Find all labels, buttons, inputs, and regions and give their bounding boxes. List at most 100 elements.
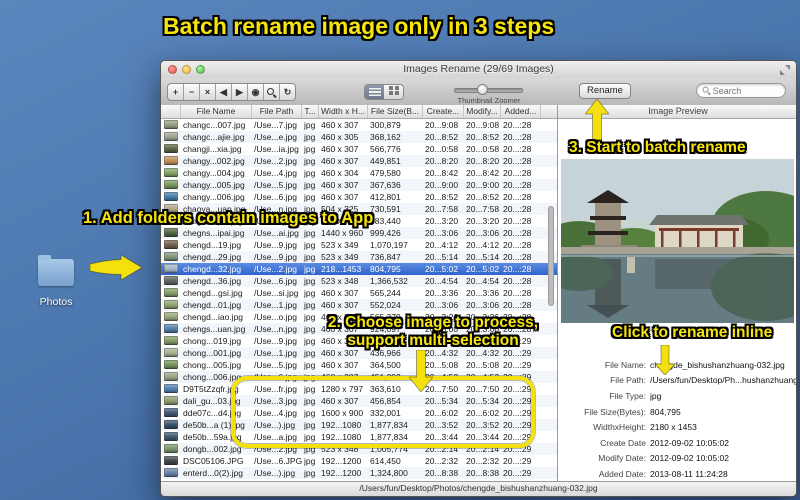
file-info-value: 804,795 — [650, 406, 681, 417]
table-row[interactable]: DSC05106.JPG/Use...6.JPG jpg 192...1200 614… — [161, 455, 557, 467]
file-info-value: /Users/fun/Desktop/Ph...hushanzhuang-032… — [650, 375, 796, 386]
arrow-down-icon — [409, 350, 433, 392]
table-row[interactable]: changy...004.jpg/Use...4.jpg jpg 460 x 304… — [161, 167, 557, 179]
headline-annotation: Batch rename image only in 3 steps — [163, 13, 555, 39]
list-icon — [368, 88, 381, 96]
thumbnail-image — [164, 192, 178, 201]
rename-button[interactable]: Rename — [579, 83, 631, 99]
add-button[interactable]: + — [168, 84, 184, 100]
thumbnail-image — [164, 132, 178, 141]
table-row[interactable]: changy...005.jpg/Use...5.jpg jpg 460 x 307… — [161, 179, 557, 191]
previous-button[interactable]: ◀ — [216, 84, 232, 100]
arrow-right-icon — [90, 255, 142, 281]
column-header-dimensions[interactable]: Width x H... — [319, 105, 368, 118]
slider-knob[interactable] — [477, 84, 488, 95]
column-header-file-name[interactable]: File Name — [181, 105, 252, 118]
list-view-button[interactable] — [365, 85, 384, 99]
file-info-row: Create Date 2012-09-02 10:05:02 — [560, 435, 796, 451]
file-info-value: 2012-09-02 10:05:02 — [650, 437, 729, 448]
window-title: Images Rename (29/69 Images) — [403, 63, 554, 75]
file-info-label: Modify Date: — [598, 453, 646, 464]
file-info-label: File Type: — [609, 390, 646, 401]
file-info-label: WidthxHeight: — [593, 422, 646, 433]
magnifier-icon — [267, 87, 276, 97]
thumbnail-image — [164, 120, 178, 129]
view-mode-segmented-control — [364, 84, 404, 100]
thumbnail-image — [164, 384, 178, 393]
title-bar[interactable]: Images Rename (29/69 Images) — [161, 61, 796, 79]
table-row[interactable]: chong...005.jpg/Use...5.jpg jpg 460 x 307 3… — [161, 359, 557, 371]
toolbar-button-group: + − × ◀ ▶ ◉ ↻ — [167, 83, 296, 101]
thumbnail-image — [164, 168, 178, 177]
preview-photo — [561, 159, 794, 323]
photos-folder-icon[interactable] — [38, 255, 74, 286]
thumbnail-image — [164, 252, 178, 261]
grid-view-button[interactable] — [384, 85, 403, 99]
table-row[interactable]: changji...xia.jpg/Use...ia.jpg jpg 460 x 3… — [161, 143, 557, 155]
next-button[interactable]: ▶ — [232, 84, 248, 100]
table-row[interactable]: chengd...gsi.jpg/Use...si.jpg jpg 460 x 30… — [161, 287, 557, 299]
quicklook-button[interactable]: ◉ — [248, 84, 264, 100]
thumbnail-image — [164, 432, 178, 441]
thumbnail-image — [164, 348, 178, 357]
file-info-row: File Type: jpg — [560, 388, 796, 404]
file-info-row: File Size(Bytes): 804,795 — [560, 404, 796, 420]
column-header-file-path[interactable]: File Path — [252, 105, 302, 118]
arrow-down-inline-icon — [655, 345, 675, 375]
rename-inline-annotation: Click to rename inline — [612, 324, 773, 341]
file-info-panel: File Name: chengde_bishushanzhuang-032.jp… — [560, 357, 796, 482]
column-header-filler — [541, 105, 557, 118]
column-header-modify[interactable]: Modify... — [464, 105, 501, 118]
thumbnail-image — [164, 372, 178, 381]
delete-button[interactable]: × — [200, 84, 216, 100]
column-header-create[interactable]: Create... — [423, 105, 464, 118]
thumbnail-image — [164, 360, 178, 369]
thumbnail-image — [164, 456, 178, 465]
thumbnail-image — [164, 240, 178, 249]
thumbnail-zoomer-slider[interactable] — [454, 84, 523, 95]
step2-annotation: 2. Choose image to process, support mult… — [327, 314, 539, 349]
table-row[interactable]: chengd...29.jpg/Use...9.jpg jpg 523 x 349 7… — [161, 251, 557, 263]
file-info-label: Create Date — [600, 437, 646, 448]
thumbnail-image — [164, 396, 178, 405]
search-icon — [702, 86, 710, 95]
fullscreen-icon[interactable] — [780, 65, 790, 75]
table-row[interactable]: chengd...19.jpg/Use...9.jpg jpg 523 x 349 1… — [161, 239, 557, 251]
file-info-value: 2180 x 1453 — [650, 422, 697, 433]
thumbnail-image — [164, 300, 178, 309]
thumbnail-image — [164, 180, 178, 189]
file-info-label: File Name: — [604, 359, 646, 370]
thumbnail-image — [164, 144, 178, 153]
table-row[interactable]: changy...006.jpg/Use...6.jpg jpg 460 x 307… — [161, 191, 557, 203]
step1-annotation: 1. Add folders contain images to App — [83, 209, 374, 227]
table-header: File Name File Path T... Width x H... Fi… — [161, 105, 557, 119]
status-bar: /Users/fun/Desktop/Photos/chengde_bishus… — [161, 481, 796, 496]
table-row[interactable]: changy...002.jpg/Use...2.jpg jpg 460 x 307… — [161, 155, 557, 167]
table-row[interactable]: chengd...32.jpg/Use...2.jpg jpg 218...1453… — [161, 263, 557, 275]
grid-icon — [389, 86, 393, 90]
thumbnail-image — [164, 288, 178, 297]
table-row[interactable]: chegns...ipai.jpg/Use...ai.jpg jpg 1440 x … — [161, 227, 557, 239]
column-header-added[interactable]: Added... — [501, 105, 541, 118]
file-info-value: 2012-09-02 10:05:02 — [650, 453, 729, 464]
table-row[interactable]: changc...007.jpg/Use...7.jpg jpg 460 x 307… — [161, 119, 557, 131]
thumbnail-image — [164, 156, 178, 165]
search-input[interactable] — [712, 85, 780, 96]
pavilion-shape — [649, 215, 749, 249]
table-row[interactable]: chengd...36.jpg/Use...6.jpg jpg 523 x 348 1… — [161, 275, 557, 287]
search-field[interactable] — [696, 83, 786, 98]
column-header-file-size[interactable]: File Size(B... — [368, 105, 423, 118]
table-row[interactable]: changc...ajie.jpg/Use...e.jpg jpg 460 x 30… — [161, 131, 557, 143]
magnify-button[interactable] — [264, 84, 280, 100]
table-scrollbar[interactable] — [548, 206, 554, 306]
file-info-row: WidthxHeight: 2180 x 1453 — [560, 419, 796, 435]
remove-button[interactable]: − — [184, 84, 200, 100]
thumbnail-image — [164, 324, 178, 333]
table-row[interactable]: enterd...0(2).jpg/Use...).jpg jpg 192...12… — [161, 467, 557, 479]
table-row[interactable]: chengd...01.jpg/Use...1.jpg jpg 460 x 307 5… — [161, 299, 557, 311]
column-header-type[interactable]: T... — [302, 105, 319, 118]
multi-selection-highlight-box — [231, 376, 535, 448]
file-info-value: 2013-08-11 11:24:28 — [650, 468, 728, 479]
refresh-button[interactable]: ↻ — [280, 84, 295, 100]
thumbnail-image — [164, 420, 178, 429]
